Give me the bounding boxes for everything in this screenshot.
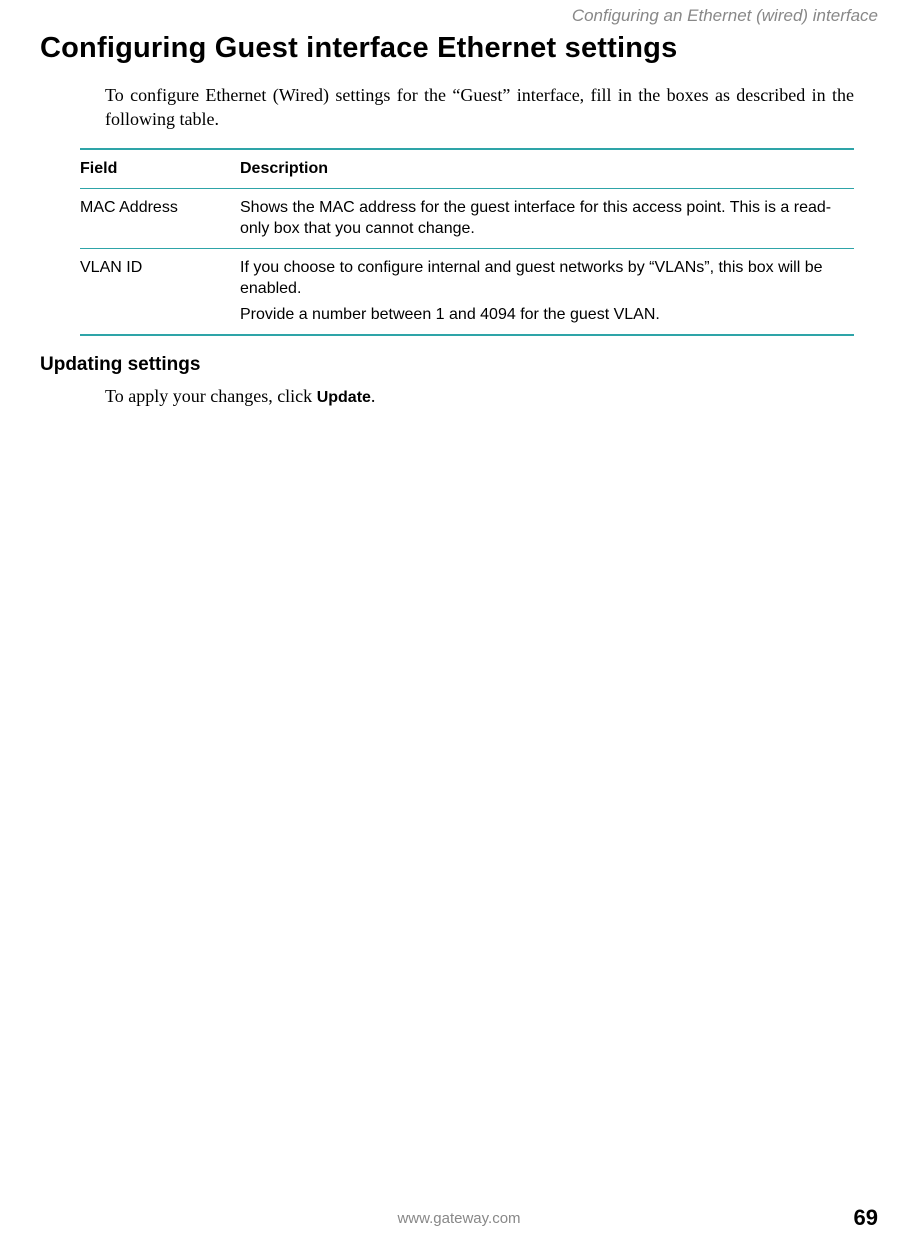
cell-description: If you choose to configure internal and …	[240, 248, 854, 334]
field-description-table: Field Description MAC Address Shows the …	[80, 148, 854, 336]
update-suffix: .	[371, 386, 376, 406]
table-header-description: Description	[240, 149, 854, 189]
page-footer: www.gateway.com 69	[40, 1205, 878, 1231]
update-button-reference: Update	[317, 389, 371, 406]
section-heading: Configuring Guest interface Ethernet set…	[40, 32, 878, 65]
cell-description-p2: Provide a number between 1 and 4094 for …	[240, 304, 840, 326]
update-paragraph: To apply your changes, click Update.	[105, 386, 854, 407]
update-prefix: To apply your changes, click	[105, 386, 317, 406]
table-header-field: Field	[80, 149, 240, 189]
table-row: VLAN ID If you choose to configure inter…	[80, 248, 854, 334]
intro-paragraph: To configure Ethernet (Wired) settings f…	[105, 83, 854, 132]
cell-description-p1: If you choose to configure internal and …	[240, 257, 840, 300]
table-row: MAC Address Shows the MAC address for th…	[80, 188, 854, 248]
cell-field: VLAN ID	[80, 248, 240, 334]
cell-description: Shows the MAC address for the guest inte…	[240, 188, 854, 248]
subsection-heading: Updating settings	[40, 354, 878, 376]
document-page: Configuring an Ethernet (wired) interfac…	[0, 0, 918, 1257]
running-header: Configuring an Ethernet (wired) interfac…	[40, 0, 878, 30]
cell-field: MAC Address	[80, 188, 240, 248]
footer-url: www.gateway.com	[397, 1210, 520, 1227]
page-number: 69	[854, 1205, 878, 1231]
